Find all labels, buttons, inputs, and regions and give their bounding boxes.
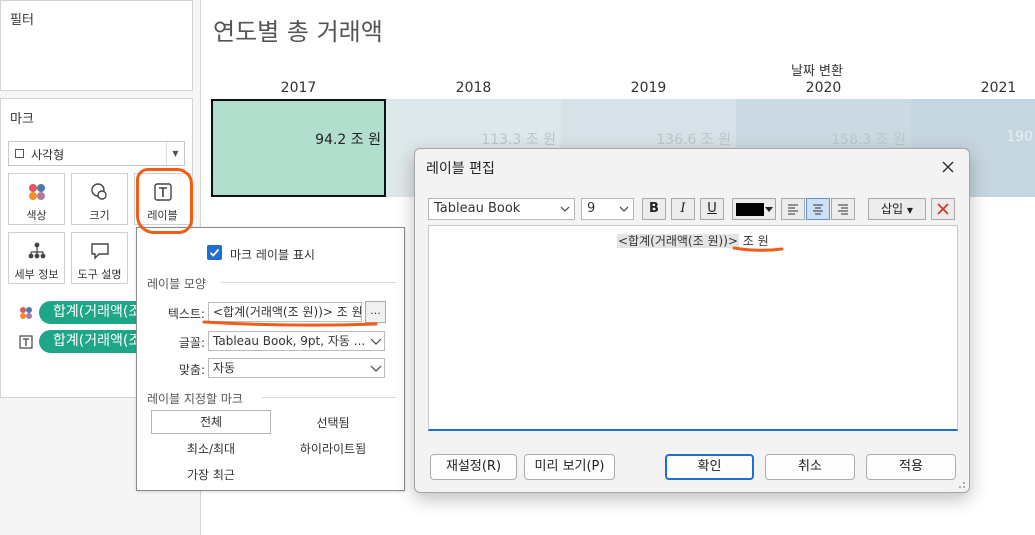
- align-center-icon: [813, 204, 823, 215]
- cell-label-2021: 190: [1006, 129, 1033, 145]
- option-most-recent[interactable]: 가장 최근: [151, 466, 271, 483]
- cell-label-2017: 94.2 조 원: [315, 132, 381, 148]
- caret-down-icon: ▼: [906, 206, 914, 215]
- align-right-button[interactable]: [831, 198, 855, 220]
- show-labels-checkbox[interactable]: [207, 245, 222, 260]
- font-dropdown[interactable]: Tableau Book, 9pt, 자동 ...: [208, 331, 385, 351]
- color-field-icon: [20, 307, 32, 319]
- marks-to-label-title: 레이블 지정할 마크: [147, 392, 243, 406]
- align-dropdown[interactable]: 자동: [208, 358, 385, 378]
- tooltip-icon: [72, 241, 127, 261]
- editor-field-token[interactable]: <합계(거래액(조 원))>: [617, 234, 739, 248]
- filters-title: 필터: [10, 13, 34, 28]
- font-value: Tableau Book, 9pt, 자동 ...: [213, 334, 366, 348]
- text-color-picker[interactable]: [732, 198, 776, 220]
- cell-label-2020: 158.3 조 원: [831, 132, 906, 148]
- view-title: 연도별 총 거래액: [213, 18, 383, 46]
- appearance-title: 레이블 모양: [147, 277, 207, 291]
- mark-type-dropdown[interactable]: 사각형 ▼: [8, 141, 185, 166]
- size-button[interactable]: 크기: [71, 173, 128, 225]
- show-labels-text: 마크 레이블 표시: [230, 248, 315, 262]
- marks-title: 마크: [10, 112, 34, 127]
- underline-button[interactable]: U: [700, 198, 724, 220]
- align-center-button[interactable]: [806, 198, 830, 220]
- option-selected[interactable]: 선택됨: [273, 414, 393, 431]
- column-header-2021: 2021: [980, 80, 1017, 96]
- resize-grip-icon[interactable]: [956, 479, 966, 489]
- color-icon: [9, 182, 64, 202]
- align-left-button[interactable]: [781, 198, 805, 220]
- insert-button-label: 삽입: [880, 202, 904, 216]
- font-family-value: Tableau Book: [434, 201, 521, 216]
- text-field-label: 텍스트:: [167, 307, 205, 321]
- column-header-2017: 2017: [280, 80, 317, 96]
- clear-button[interactable]: [931, 198, 955, 220]
- reset-button[interactable]: 재설정(R): [430, 454, 517, 480]
- suffix-underline: [732, 246, 784, 252]
- clear-x-icon: [937, 203, 949, 215]
- chevron-down-icon: [368, 332, 384, 350]
- appearance-divider: [221, 282, 396, 283]
- cancel-button[interactable]: 취소: [765, 454, 855, 480]
- cell-label-2019: 136.6 조 원: [656, 132, 731, 148]
- align-right-icon: [838, 204, 848, 215]
- preview-button[interactable]: 미리 보기(P): [524, 454, 615, 480]
- color-button-label: 색상: [26, 209, 47, 222]
- chevron-down-icon: [619, 206, 629, 212]
- label-popover: 마크 레이블 표시 레이블 모양 텍스트: <합계(거래액(조 원))> 조 원…: [136, 227, 405, 491]
- square-mark-icon: [15, 149, 24, 158]
- chevron-down-icon: [560, 206, 570, 212]
- font-size-value: 9: [587, 201, 596, 216]
- label-text-editor[interactable]: <합계(거래액(조 원))> 조 원: [428, 225, 958, 431]
- column-header-2018: 2018: [455, 80, 492, 96]
- font-family-select[interactable]: Tableau Book: [428, 198, 575, 220]
- caret-down-icon: [765, 207, 773, 212]
- option-highlighted[interactable]: 하이라이트됨: [273, 440, 393, 457]
- chevron-down-icon: ▼: [166, 142, 184, 165]
- ok-button[interactable]: 확인: [665, 454, 754, 480]
- option-all[interactable]: 전체: [151, 410, 271, 434]
- bold-button[interactable]: B: [642, 198, 666, 220]
- text-field-underline: [202, 320, 378, 327]
- option-minmax[interactable]: 최소/최대: [151, 440, 271, 457]
- apply-button[interactable]: 적용: [866, 454, 956, 480]
- align-left-icon: [788, 204, 798, 215]
- column-header-2019: 2019: [630, 80, 667, 96]
- font-size-select[interactable]: 9: [581, 198, 634, 220]
- edit-label-dialog: 레이블 편집 Tableau Book 9 B I U 삽입 ▼ <합계(거래액…: [414, 148, 970, 493]
- insert-button[interactable]: 삽입 ▼: [868, 198, 926, 220]
- color-button[interactable]: 색상: [8, 173, 65, 225]
- text-color-swatch: [736, 203, 764, 216]
- label-button-highlight: [136, 168, 193, 234]
- dialog-title: 레이블 편집: [426, 161, 495, 177]
- filters-card[interactable]: 필터: [0, 0, 193, 91]
- detail-button-label: 세부 정보: [14, 268, 59, 281]
- label-field-icon: [19, 335, 33, 349]
- size-icon: [72, 182, 127, 202]
- size-button-label: 크기: [89, 209, 110, 222]
- font-field-label: 글꼴:: [178, 336, 205, 350]
- detail-icon: [9, 241, 64, 261]
- cell-label-2018: 113.3 조 원: [481, 132, 556, 148]
- italic-button[interactable]: I: [671, 198, 695, 220]
- align-value: 자동: [213, 361, 236, 375]
- tooltip-button[interactable]: 도구 설명: [71, 232, 128, 284]
- detail-button[interactable]: 세부 정보: [8, 232, 65, 284]
- chevron-down-icon: [368, 359, 384, 377]
- marks-to-label-divider: [262, 397, 396, 398]
- check-icon: [209, 248, 220, 257]
- close-icon: [942, 161, 954, 173]
- close-button[interactable]: [937, 156, 959, 178]
- align-field-label: 맞춤:: [178, 363, 205, 377]
- column-group-title: 날짜 변환: [791, 64, 843, 79]
- column-header-2020: 2020: [805, 80, 842, 96]
- tooltip-button-label: 도구 설명: [77, 268, 122, 281]
- mark-type-value: 사각형: [31, 148, 65, 162]
